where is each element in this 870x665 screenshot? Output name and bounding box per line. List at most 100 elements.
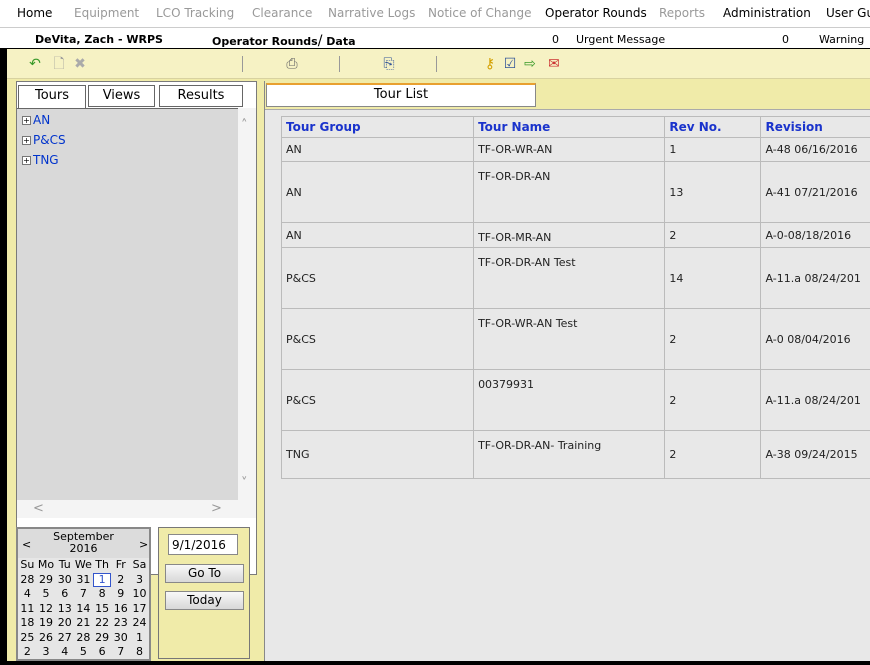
calendar-day[interactable]: 5 (37, 587, 56, 602)
column-header-rev-no[interactable]: Rev No. (664, 116, 762, 138)
calendar-day[interactable]: 7 (74, 587, 93, 602)
expand-icon[interactable]: + (22, 136, 31, 145)
column-header-revision[interactable]: Revision (760, 116, 870, 138)
table-row[interactable]: TNG TF-OR-DR-AN- Training 2 A-38 09/24/2015 (280, 430, 870, 479)
tree-node-label[interactable]: TNG (33, 153, 59, 167)
menu-lco-tracking[interactable]: LCO Tracking (156, 6, 234, 20)
calendar-day[interactable]: 10 (130, 587, 149, 602)
toolbar-separator (242, 56, 243, 72)
calendar-day[interactable]: 13 (55, 602, 74, 617)
calendar-day[interactable]: 26 (37, 631, 56, 646)
menu-narrative-logs[interactable]: Narrative Logs (328, 6, 415, 20)
calendar-day[interactable]: 31 (74, 573, 93, 588)
tree-node-an[interactable]: + AN (22, 113, 50, 127)
menu-notice-of-change[interactable]: Notice of Change (428, 6, 531, 20)
scroll-down-icon[interactable]: ˅ (241, 476, 248, 491)
column-header-tour-name[interactable]: Tour Name (473, 116, 666, 138)
calendar-day[interactable]: 8 (130, 645, 149, 660)
back-icon[interactable]: ↶ (27, 56, 43, 72)
tree-node-label[interactable]: AN (33, 113, 50, 127)
calendar-day[interactable]: 19 (37, 616, 56, 631)
calendar-day[interactable]: 18 (18, 616, 37, 631)
calendar-day[interactable]: 1 (92, 572, 112, 587)
print-icon[interactable]: ⎙ (284, 56, 300, 72)
column-header-tour-group[interactable]: Tour Group (280, 116, 475, 138)
calendar-day[interactable]: 9 (111, 587, 130, 602)
calendar-day[interactable]: 28 (18, 573, 37, 588)
calendar-day[interactable]: 6 (55, 587, 74, 602)
tab-results[interactable]: Results (159, 85, 243, 107)
calendar-day[interactable]: 17 (130, 602, 149, 617)
next-month-button[interactable]: > (139, 538, 148, 551)
calendar-day[interactable]: 3 (130, 573, 149, 588)
calendar-day[interactable]: 25 (18, 631, 37, 646)
table-row[interactable]: AN TF-OR-DR-AN 13 A-41 07/21/2016 (280, 161, 870, 223)
export-icon[interactable]: ⇨ (522, 56, 538, 72)
table-row[interactable]: P&CS TF-OR-DR-AN Test 14 A-11.a 08/24/201 (280, 247, 870, 309)
date-field[interactable] (168, 534, 238, 555)
calendar-day[interactable]: 29 (37, 573, 56, 588)
calendar-day[interactable]: 20 (55, 616, 74, 631)
menu-administration[interactable]: Administration (723, 6, 811, 20)
calendar-day[interactable]: 2 (18, 645, 37, 660)
table-row[interactable]: P&CS TF-OR-WR-AN Test 2 A-0 08/04/2016 (280, 308, 870, 370)
calendar-weekday: Su (20, 558, 35, 571)
table-row[interactable]: AN TF-OR-MR-AN 2 A-0-08/18/2016 (280, 222, 870, 248)
menu-operator-rounds[interactable]: Operator Rounds (545, 6, 647, 20)
tab-tours[interactable]: Tours (18, 85, 86, 108)
today-button[interactable]: Today (165, 591, 244, 610)
go-to-button[interactable]: Go To (165, 564, 244, 583)
calendar-day[interactable]: 1 (130, 631, 149, 646)
calendar-day[interactable]: 29 (93, 631, 112, 646)
menu-user-guide[interactable]: User Gui (826, 6, 870, 20)
scroll-left-icon[interactable]: < (33, 501, 44, 516)
menu-home[interactable]: Home (17, 6, 52, 20)
calendar-day[interactable]: 8 (93, 587, 112, 602)
calendar-day[interactable]: 6 (93, 645, 112, 660)
table-row[interactable]: AN TF-OR-WR-AN 1 A-48 06/16/2016 (280, 137, 870, 162)
delete-icon[interactable]: ✖ (72, 56, 88, 72)
tree-vertical-scrollbar[interactable]: ˄ ˅ (238, 108, 256, 500)
copy-icon[interactable]: ⎘ (381, 56, 397, 72)
calendar-day[interactable]: 14 (74, 602, 93, 617)
scroll-right-icon[interactable]: > (211, 501, 222, 516)
tree-horizontal-scrollbar[interactable]: < > (17, 500, 256, 518)
tree-node-label[interactable]: P&CS (33, 133, 66, 147)
calendar-day[interactable]: 16 (111, 602, 130, 617)
calendar-day[interactable]: 4 (55, 645, 74, 660)
calendar-day[interactable]: 30 (55, 573, 74, 588)
calendar-day[interactable]: 11 (18, 602, 37, 617)
tab-tour-list[interactable]: Tour List (266, 83, 536, 107)
tab-views[interactable]: Views (88, 85, 155, 107)
tree-node-pcs[interactable]: + P&CS (22, 133, 66, 147)
calendar-day[interactable]: 12 (37, 602, 56, 617)
urgent-label[interactable]: Urgent Message (576, 33, 665, 46)
key-icon[interactable]: ⚷ (482, 56, 498, 72)
calendar-day[interactable]: 24 (130, 616, 149, 631)
menu-equipment[interactable]: Equipment (74, 6, 139, 20)
calendar-day[interactable]: 4 (18, 587, 37, 602)
table-row[interactable]: P&CS 00379931 2 A-11.a 08/24/201 (280, 369, 870, 431)
checklist-icon[interactable]: ☑ (502, 56, 518, 72)
calendar-day[interactable]: 2 (111, 573, 130, 588)
expand-icon[interactable]: + (22, 156, 31, 165)
scroll-up-icon[interactable]: ˄ (241, 118, 248, 133)
menu-clearance[interactable]: Clearance (252, 6, 312, 20)
calendar-day[interactable]: 5 (74, 645, 93, 660)
new-document-icon[interactable]: 🗋 (51, 56, 67, 72)
calendar-day[interactable]: 15 (93, 602, 112, 617)
calendar-day[interactable]: 28 (74, 631, 93, 646)
table-body: AN TF-OR-WR-AN 1 A-48 06/16/2016 AN TF-OR-DR-… (280, 137, 870, 479)
calendar-day[interactable]: 22 (93, 616, 112, 631)
menu-reports[interactable]: Reports (659, 6, 705, 20)
calendar-day[interactable]: 7 (111, 645, 130, 660)
calendar-day[interactable]: 3 (37, 645, 56, 660)
calendar-day[interactable]: 23 (111, 616, 130, 631)
warning-label[interactable]: Warning (819, 33, 864, 46)
calendar-day[interactable]: 27 (55, 631, 74, 646)
calendar-day[interactable]: 30 (111, 631, 130, 646)
calendar-day[interactable]: 21 (74, 616, 93, 631)
tree-node-tng[interactable]: + TNG (22, 153, 59, 167)
send-icon[interactable]: ✉ (546, 56, 562, 72)
expand-icon[interactable]: + (22, 116, 31, 125)
